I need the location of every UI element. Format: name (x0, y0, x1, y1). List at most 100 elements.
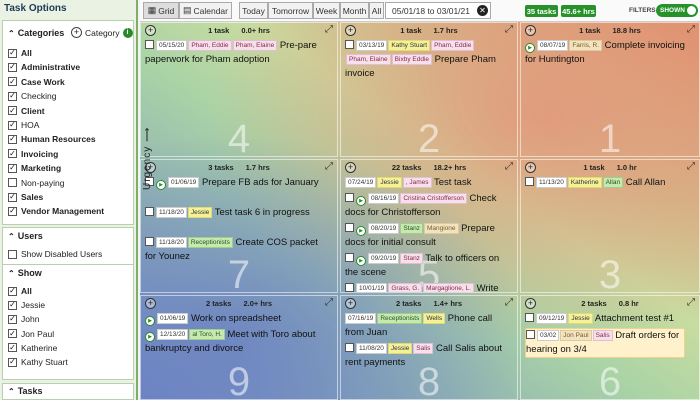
play-timer-icon[interactable]: ▶ (156, 180, 166, 190)
checked-box-icon[interactable]: ✓ (8, 48, 17, 58)
tab-today[interactable]: Today (239, 2, 268, 19)
task-checkbox[interactable] (145, 40, 154, 49)
task-item[interactable]: 03/13/19 Kathy Stuart Pham, Eddie Pham, Ela… (345, 39, 503, 81)
checked-box-icon[interactable]: ✓ (8, 120, 17, 130)
play-timer-icon[interactable]: ▶ (356, 196, 366, 206)
task-item[interactable]: 05/15/20 Pham, Eddie Pham, Elaine Pre-pare… (145, 39, 323, 67)
task-item[interactable]: 11/18/20 Receptionists Create COS packet … (145, 236, 323, 264)
task-title[interactable]: Test task (432, 177, 472, 188)
play-timer-icon[interactable]: ▶ (356, 226, 366, 236)
task-checkbox[interactable] (345, 283, 354, 292)
checked-box-icon[interactable]: ✓ (8, 149, 17, 159)
task-checkbox[interactable] (525, 177, 534, 186)
show-user-checkbox-row[interactable]: ✓ Jessie (8, 299, 45, 311)
checked-box-icon[interactable]: ✓ (8, 77, 17, 87)
checked-box-icon[interactable]: ✓ (8, 329, 17, 339)
play-timer-icon[interactable]: ▶ (145, 332, 155, 342)
category-checkbox-row[interactable]: ✓ Sales (8, 191, 43, 203)
play-timer-icon[interactable]: ▶ (356, 256, 366, 266)
category-checkbox-row[interactable]: Non-paying (8, 177, 64, 189)
category-checkbox-row[interactable]: ✓ All (8, 47, 32, 59)
show-user-checkbox-row[interactable]: ✓ Kathy Stuart (8, 356, 68, 368)
tab-week[interactable]: Week (313, 2, 340, 19)
expand-icon[interactable]: ⤢ (687, 24, 695, 35)
tab-all[interactable]: All (369, 2, 384, 19)
category-checkbox-row[interactable]: ✓ Case Work (8, 76, 65, 88)
task-checkbox[interactable] (525, 313, 534, 322)
checked-box-icon[interactable]: ✓ (8, 134, 17, 144)
task-title[interactable]: Attachment test #1 (593, 313, 674, 324)
task-item[interactable]: 09/12/19 Jessie Attachment test #1 (525, 312, 685, 326)
category-checkbox-row[interactable]: ✓ Marketing (8, 162, 61, 174)
show-user-checkbox-row[interactable]: ✓ John (8, 313, 39, 325)
task-item[interactable]: ▶ 12/13/20 al Toro, H. Meet with Toro abou… (145, 328, 323, 356)
unchecked-box-icon[interactable] (8, 249, 17, 259)
task-item[interactable]: 11/18/20 Jessie Test task 6 in progress (145, 206, 323, 220)
checked-box-icon[interactable]: ✓ (8, 192, 17, 202)
expand-icon[interactable]: ⤢ (325, 297, 333, 308)
calendar-view-button[interactable]: ▤ Calendar (179, 2, 232, 19)
task-checkbox[interactable] (145, 237, 154, 246)
task-item[interactable]: 11/08/20 Jessie Salis Call Salis about ren… (345, 342, 503, 370)
category-checkbox-row[interactable]: ✓ Checking (8, 90, 56, 102)
tab-tomorrow[interactable]: Tomorrow (268, 2, 313, 19)
grid-view-button[interactable]: ▦ Grid (143, 2, 179, 19)
category-checkbox-row[interactable]: ✓ Administrative (8, 61, 80, 73)
task-checkbox[interactable] (145, 207, 154, 216)
checked-box-icon[interactable]: ✓ (8, 91, 17, 101)
task-checkbox[interactable] (345, 193, 354, 202)
filters-toggle[interactable]: SHOWN (656, 4, 698, 17)
task-title[interactable]: Prepare FB ads for January (199, 177, 319, 188)
task-title[interactable]: Call Allan (623, 177, 666, 188)
checked-box-icon[interactable]: ✓ (8, 286, 17, 296)
category-checkbox-row[interactable]: ✓ Human Resources (8, 133, 96, 145)
checked-box-icon[interactable]: ✓ (8, 300, 17, 310)
task-item[interactable]: 03/02 Jon Paul Salis Draft orders for hear… (525, 328, 685, 358)
show-header[interactable]: ⌃ Show (8, 268, 42, 278)
task-title[interactable]: Test task 6 in progress (212, 207, 310, 218)
task-checkbox[interactable] (345, 343, 354, 352)
expand-icon[interactable]: ⤢ (687, 297, 695, 308)
play-timer-icon[interactable]: ▶ (525, 43, 535, 53)
task-item[interactable]: ▶ 08/07/19 Farris, R. Complete invoicing f… (525, 39, 685, 67)
category-checkbox-row[interactable]: ✓ Vendor Management (8, 205, 104, 217)
add-category-button[interactable]: + Category i (71, 27, 133, 38)
task-checkbox[interactable] (345, 253, 354, 262)
show-user-checkbox-row[interactable]: ✓ Jon Paul (8, 328, 54, 340)
checked-box-icon[interactable]: ✓ (8, 163, 17, 173)
task-item[interactable]: 07/16/19 Receptionists Wells Phone call fr… (345, 312, 503, 340)
expand-icon[interactable]: ⤢ (325, 161, 333, 172)
task-item[interactable]: 11/13/20 Katherine Allan Call Allan (525, 176, 685, 190)
task-item[interactable]: ▶ 09/20/19 Stanz Talk to officers on the s… (345, 252, 503, 280)
expand-icon[interactable]: ⤢ (325, 24, 333, 35)
task-item[interactable]: ▶ 01/06/19 Prepare FB ads for January (145, 176, 323, 190)
checked-box-icon[interactable]: ✓ (8, 62, 17, 72)
task-item[interactable]: ▶ 08/20/19 Stanz Mangione Prepare docs for … (345, 222, 503, 250)
checked-box-icon[interactable]: ✓ (8, 357, 17, 367)
task-title[interactable]: Work on spreadsheet (188, 313, 281, 324)
checked-box-icon[interactable]: ✓ (8, 206, 17, 216)
task-checkbox[interactable] (526, 330, 535, 339)
task-item[interactable]: ▶ 08/16/19 Cristina Cristofferson Check do… (345, 192, 503, 220)
clear-date-icon[interactable]: ✕ (477, 5, 488, 16)
info-icon[interactable]: i (122, 27, 133, 38)
checked-box-icon[interactable]: ✓ (8, 106, 17, 116)
show-user-checkbox-row[interactable]: ✓ All (8, 285, 32, 297)
category-checkbox-row[interactable]: ✓ HOA (8, 119, 39, 131)
category-checkbox-row[interactable]: ✓ Invoicing (8, 148, 58, 160)
expand-icon[interactable]: ⤢ (505, 24, 513, 35)
play-timer-icon[interactable]: ▶ (145, 316, 155, 326)
task-checkbox[interactable] (345, 40, 354, 49)
checked-box-icon[interactable]: ✓ (8, 343, 17, 353)
category-checkbox-row[interactable]: ✓ Client (8, 105, 45, 117)
expand-icon[interactable]: ⤢ (505, 161, 513, 172)
task-checkbox[interactable] (345, 223, 354, 232)
task-title[interactable]: Write (474, 283, 499, 292)
users-option-checkbox-row[interactable]: Show Disabled Users (8, 248, 102, 260)
expand-icon[interactable]: ⤢ (505, 297, 513, 308)
task-item[interactable]: 10/01/19 Grass, G. Margaglione, L. Write (345, 282, 503, 292)
categories-header[interactable]: ⌃ Categories (8, 28, 64, 38)
show-user-checkbox-row[interactable]: ✓ Katherine (8, 342, 57, 354)
users-header[interactable]: ⌃ Users (8, 231, 43, 241)
tab-month[interactable]: Month (340, 2, 369, 19)
